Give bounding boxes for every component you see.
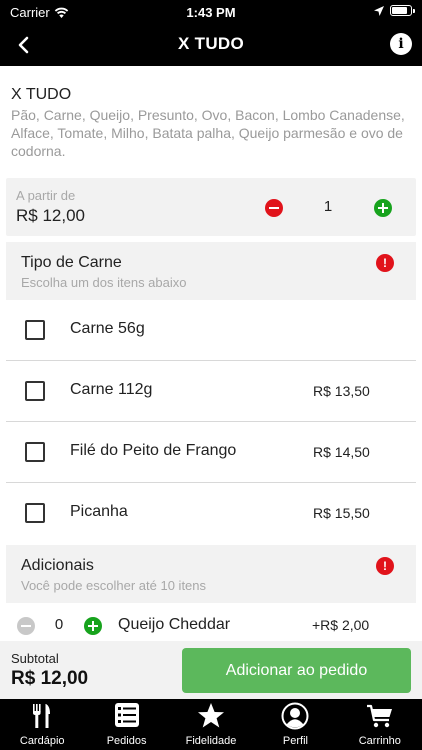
price-from-label: A partir de [16, 188, 76, 203]
list-icon [114, 703, 139, 727]
base-price: R$ 12,00 [16, 206, 85, 225]
option-label: Carne 112g [70, 381, 153, 398]
option-price: R$ 14,50 [313, 444, 370, 460]
meat-option-row[interactable]: Carne 112g R$ 13,50 [6, 361, 416, 422]
required-alert-icon: ! [376, 557, 394, 575]
decrease-addon-button[interactable] [17, 617, 35, 635]
tab-label: Carrinho [358, 735, 401, 747]
user-icon [281, 702, 309, 730]
location-arrow-icon [374, 5, 384, 16]
quantity-value: 1 [323, 198, 333, 215]
subtotal-value: R$ 12,00 [11, 668, 89, 689]
increase-addon-button[interactable] [84, 617, 102, 635]
tab-perfil[interactable]: Perfil [253, 699, 337, 750]
meat-section-subtitle: Escolha um dos itens abaixo [21, 275, 187, 290]
tab-label: Cardápio [19, 735, 65, 747]
option-label: Carne 56g [70, 320, 145, 337]
status-time: 1:43 PM [186, 5, 236, 20]
tab-label: Pedidos [106, 735, 147, 747]
option-price: R$ 13,50 [313, 383, 370, 399]
tab-label: Fidelidade [185, 735, 237, 747]
page-title: X TUDO [177, 34, 245, 53]
status-right [374, 5, 415, 16]
decrease-quantity-button[interactable] [265, 199, 283, 217]
product-header: X TUDO Pão, Carne, Queijo, Presunto, Ovo… [0, 66, 422, 160]
meat-section-header: Tipo de Carne Escolha um dos itens abaix… [6, 242, 416, 300]
add-to-order-button[interactable]: Adicionar ao pedido [182, 648, 411, 693]
tab-fidelidade[interactable]: Fidelidade [169, 699, 253, 750]
product-name: X TUDO [11, 86, 72, 103]
tab-bar: Cardápio Pedidos Fidelidade Perfil Carri… [0, 699, 422, 750]
addons-section-subtitle: Você pode escolher até 10 itens [21, 578, 207, 593]
addons-section-title: Adicionais [21, 557, 94, 574]
checkbox[interactable] [25, 320, 45, 340]
increase-quantity-button[interactable] [374, 199, 392, 217]
order-footer: Subtotal R$ 12,00 Adicionar ao pedido [0, 641, 422, 699]
option-label: Picanha [70, 503, 128, 520]
addon-item-row: 0 Queijo Cheddar +R$ 2,00 [6, 613, 416, 641]
info-icon[interactable]: i [390, 33, 412, 55]
option-price: R$ 15,50 [313, 505, 370, 521]
status-bar: Carrier 1:43 PM [0, 0, 422, 24]
tab-carrinho[interactable]: Carrinho [338, 699, 422, 750]
nav-bar: X TUDO i [0, 24, 422, 66]
price-quantity-box: A partir de R$ 12,00 1 [6, 178, 416, 236]
product-description: Pão, Carne, Queijo, Presunto, Ovo, Bacon… [11, 107, 405, 159]
addon-price: +R$ 2,00 [312, 617, 370, 633]
star-icon [198, 703, 225, 728]
addon-label: Queijo Cheddar [118, 616, 231, 633]
meat-option-row[interactable]: Filé do Peito de Frango R$ 14,50 [6, 422, 416, 483]
checkbox[interactable] [25, 442, 45, 462]
meat-section-title: Tipo de Carne [21, 254, 122, 271]
subtotal-label: Subtotal [11, 651, 59, 666]
battery-icon [390, 5, 415, 16]
cart-icon [366, 704, 392, 728]
required-alert-icon: ! [376, 254, 394, 272]
tab-pedidos[interactable]: Pedidos [84, 699, 168, 750]
addons-section-header: Adicionais Você pode escolher até 10 ite… [6, 545, 416, 603]
meat-option-row[interactable]: Picanha R$ 15,50 [6, 483, 416, 544]
product-detail[interactable]: X TUDO Pão, Carne, Queijo, Presunto, Ovo… [0, 66, 422, 641]
checkbox[interactable] [25, 503, 45, 523]
option-label: Filé do Peito de Frango [70, 442, 237, 459]
tab-label: Perfil [282, 735, 308, 747]
checkbox[interactable] [25, 381, 45, 401]
addon-quantity: 0 [54, 616, 64, 633]
fork-knife-icon [33, 704, 51, 728]
meat-option-row[interactable]: Carne 56g [6, 300, 416, 361]
tab-cardapio[interactable]: Cardápio [0, 699, 84, 750]
